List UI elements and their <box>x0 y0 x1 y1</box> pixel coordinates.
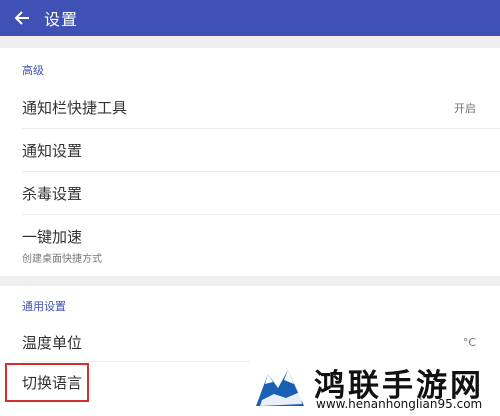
watermark-url: www.henanhonglian95.com <box>316 397 483 411</box>
row-label: 温度单位 <box>22 333 83 352</box>
row-label: 通知设置 <box>22 142 83 160</box>
row-label: 一键加速 <box>22 228 83 246</box>
arrow-left-icon <box>14 11 29 25</box>
page-title: 设置 <box>44 10 79 29</box>
notification-settings-row[interactable]: 通知设置 <box>0 129 500 172</box>
back-button[interactable] <box>0 0 44 36</box>
row-label: 通知栏快捷工具 <box>22 99 128 117</box>
antivirus-settings-row[interactable]: 杀毒设置 <box>0 172 500 215</box>
app-bar: 设置 <box>0 0 500 36</box>
row-value: °C <box>462 335 476 349</box>
row-label: 杀毒设置 <box>22 185 83 203</box>
advanced-section: 高级 通知栏快捷工具 开启 通知设置 杀毒设置 一键加速 创建桌面快捷方式 <box>0 48 500 276</box>
row-value: 开启 <box>454 101 476 115</box>
highlight-box <box>5 363 89 402</box>
advanced-section-title: 高级 <box>22 64 44 77</box>
row-subtitle: 创建桌面快捷方式 <box>22 254 102 265</box>
watermark-logo-icon <box>254 360 306 412</box>
general-section-title: 通用设置 <box>22 300 66 313</box>
one-tap-boost-row[interactable]: 一键加速 创建桌面快捷方式 <box>0 215 500 276</box>
watermark: 鸿联手游网 www.henanhonglian95.com <box>250 356 500 416</box>
notification-bar-tools-row[interactable]: 通知栏快捷工具 开启 <box>0 86 500 129</box>
